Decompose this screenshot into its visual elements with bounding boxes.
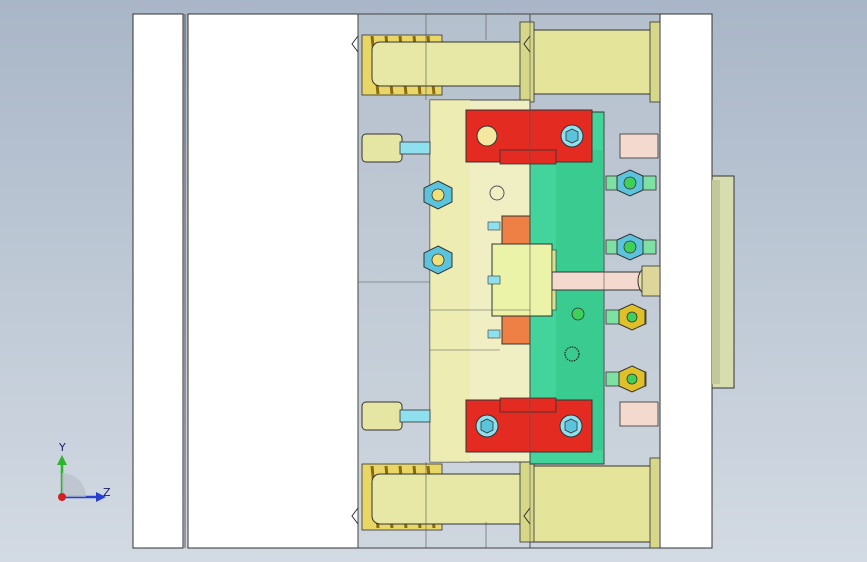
axis-triad — [57, 455, 106, 502]
screw-3 — [487, 329, 501, 339]
mold-assembly[interactable] — [0, 0, 867, 562]
clamp-plate-left-inner[interactable] — [187, 13, 359, 549]
return-pin-bottom[interactable] — [361, 401, 403, 431]
screw-2 — [487, 275, 501, 285]
axis-y-label: Y — [59, 441, 66, 454]
return-pin-top[interactable] — [361, 133, 403, 163]
guide-pillar-bottom-left[interactable] — [371, 473, 531, 525]
green-pin — [571, 307, 585, 321]
sprue-bushing[interactable] — [551, 271, 649, 291]
model-viewport[interactable]: Y Z — [0, 0, 867, 562]
guide-bushing-bottom-right[interactable] — [529, 465, 659, 543]
pink-pin-bottom — [619, 401, 659, 427]
guide-pillar-top-left[interactable] — [371, 41, 531, 87]
axis-z-label: Z — [103, 486, 111, 499]
slider-block[interactable] — [491, 243, 553, 317]
clamp-plate-left-outer[interactable] — [132, 13, 184, 549]
orange-block-top[interactable] — [501, 215, 531, 247]
pink-pin-top — [619, 133, 659, 159]
screw-1 — [487, 221, 501, 231]
orange-block-bottom[interactable] — [501, 313, 531, 345]
guide-bushing-top-right[interactable] — [529, 29, 659, 95]
clamp-plate-right[interactable] — [659, 13, 713, 549]
clamp-top-pin — [476, 125, 498, 147]
